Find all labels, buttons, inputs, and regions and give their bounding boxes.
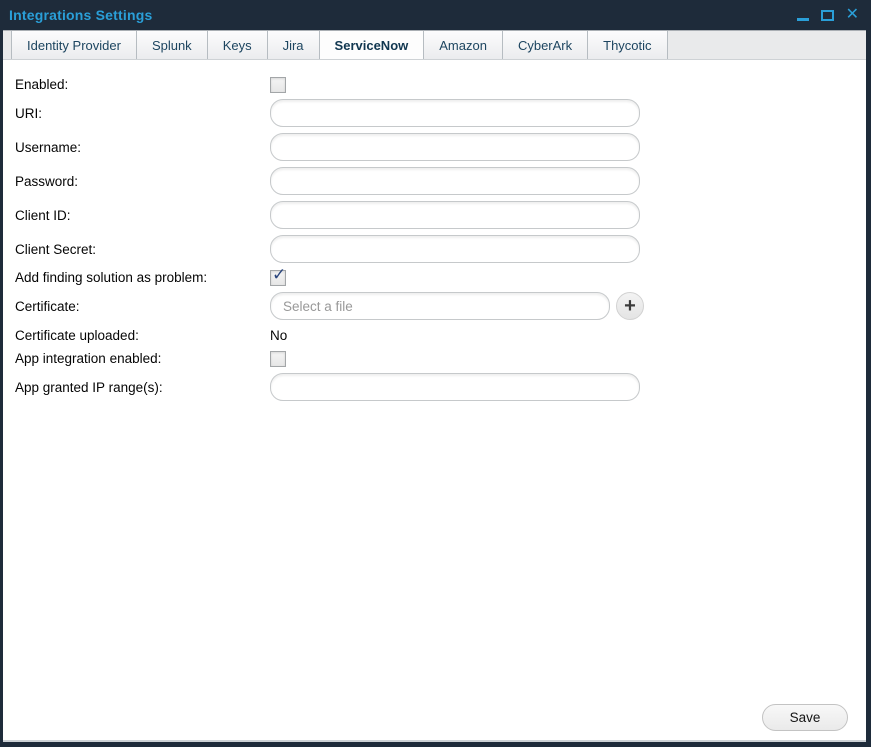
window-controls: ✕ <box>797 8 859 22</box>
app-integration-checkbox[interactable]: ✓ <box>270 351 286 367</box>
add-finding-label: Add finding solution as problem: <box>15 270 270 285</box>
username-input[interactable] <box>270 133 640 161</box>
client-id-label: Client ID: <box>15 208 270 223</box>
window-title: Integrations Settings <box>9 7 152 23</box>
client-id-input[interactable] <box>270 201 640 229</box>
servicenow-settings-panel: Enabled: ✓ URI: Username: Password: Clie… <box>3 60 866 742</box>
add-finding-checkbox[interactable]: ✓ <box>270 270 286 286</box>
plus-icon: + <box>624 295 636 317</box>
uri-label: URI: <box>15 106 270 121</box>
titlebar: Integrations Settings ✕ <box>0 0 871 30</box>
uri-input[interactable] <box>270 99 640 127</box>
app-ip-ranges-input[interactable] <box>270 373 640 401</box>
checkmark-icon: ✓ <box>272 266 286 283</box>
tab-keys[interactable]: Keys <box>208 31 268 59</box>
certificate-row: Certificate: + <box>15 292 866 320</box>
app-ip-ranges-row: App granted IP range(s): <box>15 373 866 401</box>
app-integration-row: App integration enabled: ✓ <box>15 350 866 367</box>
password-input[interactable] <box>270 167 640 195</box>
password-label: Password: <box>15 174 270 189</box>
password-row: Password: <box>15 167 866 195</box>
integrations-settings-window: Integrations Settings ✕ Identity Provide… <box>0 0 871 747</box>
tab-servicenow[interactable]: ServiceNow <box>320 31 425 59</box>
add-finding-row: Add finding solution as problem: ✓ <box>15 269 866 286</box>
client-secret-row: Client Secret: <box>15 235 866 263</box>
username-row: Username: <box>15 133 866 161</box>
client-id-row: Client ID: <box>15 201 866 229</box>
username-label: Username: <box>15 140 270 155</box>
tab-amazon[interactable]: Amazon <box>424 31 503 59</box>
certificate-file-input[interactable] <box>270 292 610 320</box>
tab-splunk[interactable]: Splunk <box>137 31 208 59</box>
certificate-uploaded-value: No <box>270 328 287 343</box>
tab-jira[interactable]: Jira <box>268 31 320 59</box>
uri-row: URI: <box>15 99 866 127</box>
enabled-row: Enabled: ✓ <box>15 76 866 93</box>
close-icon[interactable]: ✕ <box>846 8 859 22</box>
app-ip-ranges-label: App granted IP range(s): <box>15 380 270 395</box>
enabled-checkbox[interactable]: ✓ <box>270 77 286 93</box>
tab-identity-provider[interactable]: Identity Provider <box>11 31 137 59</box>
certificate-uploaded-row: Certificate uploaded: No <box>15 327 866 344</box>
save-button[interactable]: Save <box>762 704 848 731</box>
client-secret-label: Client Secret: <box>15 242 270 257</box>
enabled-label: Enabled: <box>15 77 270 92</box>
tab-thycotic[interactable]: Thycotic <box>588 31 667 59</box>
minimize-icon[interactable] <box>797 18 809 21</box>
add-certificate-button[interactable]: + <box>616 292 644 320</box>
tab-cyberark[interactable]: CyberArk <box>503 31 588 59</box>
certificate-label: Certificate: <box>15 299 270 314</box>
certificate-uploaded-label: Certificate uploaded: <box>15 328 270 343</box>
tab-bar: Identity Provider Splunk Keys Jira Servi… <box>3 30 866 60</box>
client-secret-input[interactable] <box>270 235 640 263</box>
maximize-icon[interactable] <box>821 10 834 21</box>
app-integration-label: App integration enabled: <box>15 351 270 366</box>
